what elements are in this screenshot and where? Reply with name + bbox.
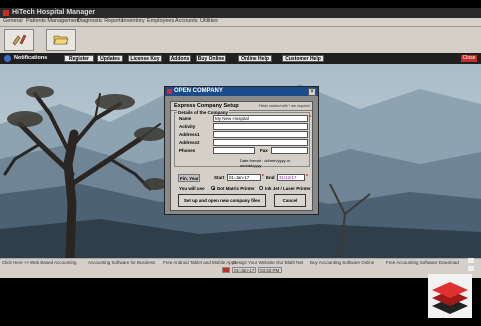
customer-help-button[interactable]: Customer Help bbox=[282, 55, 324, 62]
status-indicator bbox=[222, 267, 230, 273]
close-button[interactable]: Close bbox=[461, 55, 477, 62]
company-details-group: Details of the Company Name My New Hospi… bbox=[174, 110, 311, 168]
open-company-dialog: OPEN COMPANY × Express Company Setup Fie… bbox=[164, 86, 319, 215]
menu-general[interactable]: General bbox=[3, 18, 23, 24]
link-click-here[interactable]: Click Here >> bbox=[2, 260, 29, 265]
edit-button[interactable] bbox=[4, 29, 34, 51]
scroll-down-icon[interactable] bbox=[468, 266, 474, 271]
address1-field[interactable] bbox=[213, 131, 308, 138]
bell-icon bbox=[4, 55, 11, 62]
required-star: * bbox=[309, 115, 311, 121]
dialog-body: Express Company Setup Fields marked with… bbox=[170, 101, 313, 211]
link-buy-online[interactable]: Buy Accounting Software Online bbox=[310, 260, 374, 265]
online-help-button[interactable]: Online Help bbox=[238, 55, 272, 62]
express-setup-heading: Express Company Setup bbox=[174, 103, 239, 109]
menu-diagnostic-reports[interactable]: Diagnostic Reports bbox=[77, 18, 123, 24]
link-blath-net[interactable]: Our Blath Net bbox=[276, 260, 303, 265]
end-label: End bbox=[266, 175, 275, 180]
address2-field[interactable] bbox=[213, 139, 308, 146]
fin-year-label: Fin. Year bbox=[178, 174, 200, 182]
inkjet-laser-radio[interactable] bbox=[259, 186, 263, 190]
register-button[interactable]: Register bbox=[64, 55, 94, 62]
phones-label: Phones bbox=[179, 148, 196, 153]
menu-patients-management[interactable]: Patients Management bbox=[26, 18, 80, 24]
start-label: Start bbox=[214, 175, 225, 180]
notifications-label[interactable]: Notifications bbox=[14, 55, 47, 61]
name-label: Name bbox=[179, 116, 192, 121]
toolbar bbox=[0, 27, 481, 53]
date-format-note: Date format : dd/mm/yyyy or mm/dd/yyyy bbox=[240, 158, 291, 168]
address2-label: Address2 bbox=[179, 140, 200, 145]
menu-employees[interactable]: Employees bbox=[147, 18, 174, 24]
menu-accounts[interactable]: Accounts bbox=[175, 18, 198, 24]
end-date-field[interactable]: 31/12/17 bbox=[277, 174, 305, 181]
edit-icon bbox=[12, 34, 27, 46]
address1-label: Address1 bbox=[179, 132, 200, 137]
app-window: HiTech Hospital Manager General Patients… bbox=[0, 8, 481, 278]
inkjet-laser-label[interactable]: Ink Jet / Laser Printer bbox=[265, 186, 311, 191]
status-bar: 01-Jan-17 03:33 PM bbox=[0, 266, 481, 274]
window-title: HiTech Hospital Manager bbox=[12, 9, 96, 16]
fax-field[interactable] bbox=[271, 147, 308, 154]
link-android-apps[interactable]: Free Android Tablet and Mobile Apps bbox=[163, 260, 236, 265]
dot-matrix-radio[interactable] bbox=[211, 186, 215, 190]
dot-matrix-label[interactable]: Dot Matrix Printer bbox=[217, 186, 255, 191]
required-star: * bbox=[262, 174, 264, 180]
link-web-accounting[interactable]: Web Based Accounting bbox=[30, 260, 76, 265]
link-design-website[interactable]: Design Your Website bbox=[233, 260, 275, 265]
title-bar: HiTech Hospital Manager bbox=[0, 8, 481, 18]
app-icon bbox=[3, 10, 9, 16]
license-key-button[interactable]: License Key bbox=[128, 55, 162, 62]
scroll-up-icon[interactable] bbox=[468, 258, 474, 263]
dialog-icon bbox=[167, 89, 172, 94]
folder-icon bbox=[53, 35, 69, 45]
dialog-title: OPEN COMPANY bbox=[174, 88, 223, 94]
required-note: Fields marked with * are required bbox=[258, 104, 310, 108]
activity-field[interactable] bbox=[213, 123, 308, 130]
required-star: * bbox=[306, 174, 308, 180]
activity-label: Activity bbox=[179, 124, 196, 129]
name-field[interactable]: My New Hospital bbox=[213, 115, 308, 122]
status-time: 03:33 PM bbox=[258, 267, 282, 273]
dialog-close-icon[interactable]: × bbox=[308, 88, 316, 96]
phones-field[interactable] bbox=[213, 147, 255, 154]
addons-button[interactable]: Addons bbox=[169, 55, 191, 62]
start-date-field[interactable]: 01-Jan-17 bbox=[227, 174, 261, 181]
menu-inventory[interactable]: Inventory bbox=[122, 18, 145, 24]
setup-open-button[interactable]: Set up and open new company files bbox=[178, 194, 266, 207]
link-free-download[interactable]: Free Accounting Software Download bbox=[386, 260, 459, 265]
fax-label: Fax bbox=[260, 148, 268, 153]
updates-button[interactable]: Updates bbox=[97, 55, 123, 62]
link-accounting-business[interactable]: Accounting Software for Business bbox=[88, 260, 155, 265]
open-folder-button[interactable] bbox=[46, 29, 76, 51]
menu-bar: General Patients Management Diagnostic R… bbox=[0, 18, 481, 27]
menu-utilities[interactable]: Utilities bbox=[200, 18, 218, 24]
dialog-title-bar: OPEN COMPANY × bbox=[165, 87, 318, 96]
status-date: 01-Jan-17 bbox=[232, 267, 256, 273]
printer-label: You will use bbox=[179, 186, 205, 191]
nav-bar: Notifications Register Updates License K… bbox=[0, 53, 481, 64]
buy-online-button[interactable]: Buy Online bbox=[196, 55, 226, 62]
logo-icon bbox=[428, 274, 472, 318]
cancel-button[interactable]: Cancel bbox=[274, 194, 306, 207]
